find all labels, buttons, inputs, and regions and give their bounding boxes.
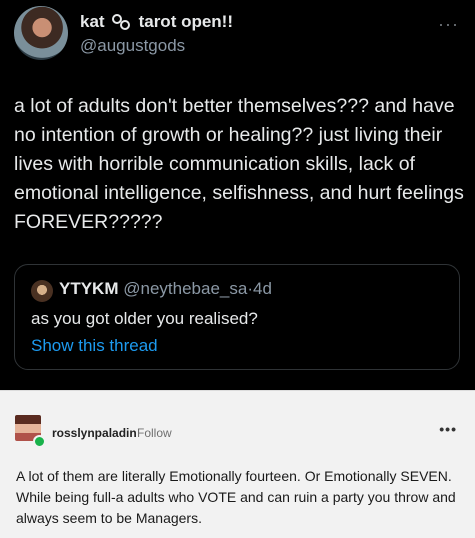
quoted-tweet-age: 4d	[252, 279, 272, 298]
tumblr-username[interactable]: rosslynpaladin	[52, 426, 137, 440]
tumblr-post: rosslynpaladin Follow ••• A lot of them …	[0, 390, 475, 538]
display-name: kat	[80, 12, 105, 31]
linked-rings-icon	[111, 13, 133, 31]
post-options-icon[interactable]: •••	[439, 421, 457, 437]
quoted-tweet[interactable]: YTYKM @neythebae_sa·4d as you got older …	[14, 264, 460, 370]
quoted-tweet-text: as you got older you realised?	[31, 309, 258, 328]
tweet-author-name[interactable]: kat tarot open!!	[80, 12, 233, 32]
tweet-author-handle[interactable]: @augustgods	[80, 36, 185, 56]
tweet-text: a lot of adults don't better themselves?…	[14, 95, 464, 233]
follow-button[interactable]: Follow	[137, 426, 172, 440]
quoted-author-handle: @neythebae_sa	[123, 279, 248, 298]
tweet-card: kat tarot open!! @augustgods ··· a lot o…	[0, 0, 475, 390]
online-status-icon	[33, 435, 46, 448]
tumblr-post-text: A lot of them are literally Emotionally …	[16, 468, 456, 526]
tweet-author-avatar[interactable]	[14, 6, 68, 60]
display-name-suffix: tarot open!!	[138, 12, 234, 31]
show-thread-link[interactable]: Show this thread	[31, 336, 158, 356]
quoted-author-name: YTYKM	[59, 279, 119, 298]
quoted-author-avatar	[31, 280, 53, 302]
quoted-tweet-header: YTYKM @neythebae_sa·4d	[59, 279, 272, 299]
more-options-icon[interactable]: ···	[438, 14, 459, 35]
